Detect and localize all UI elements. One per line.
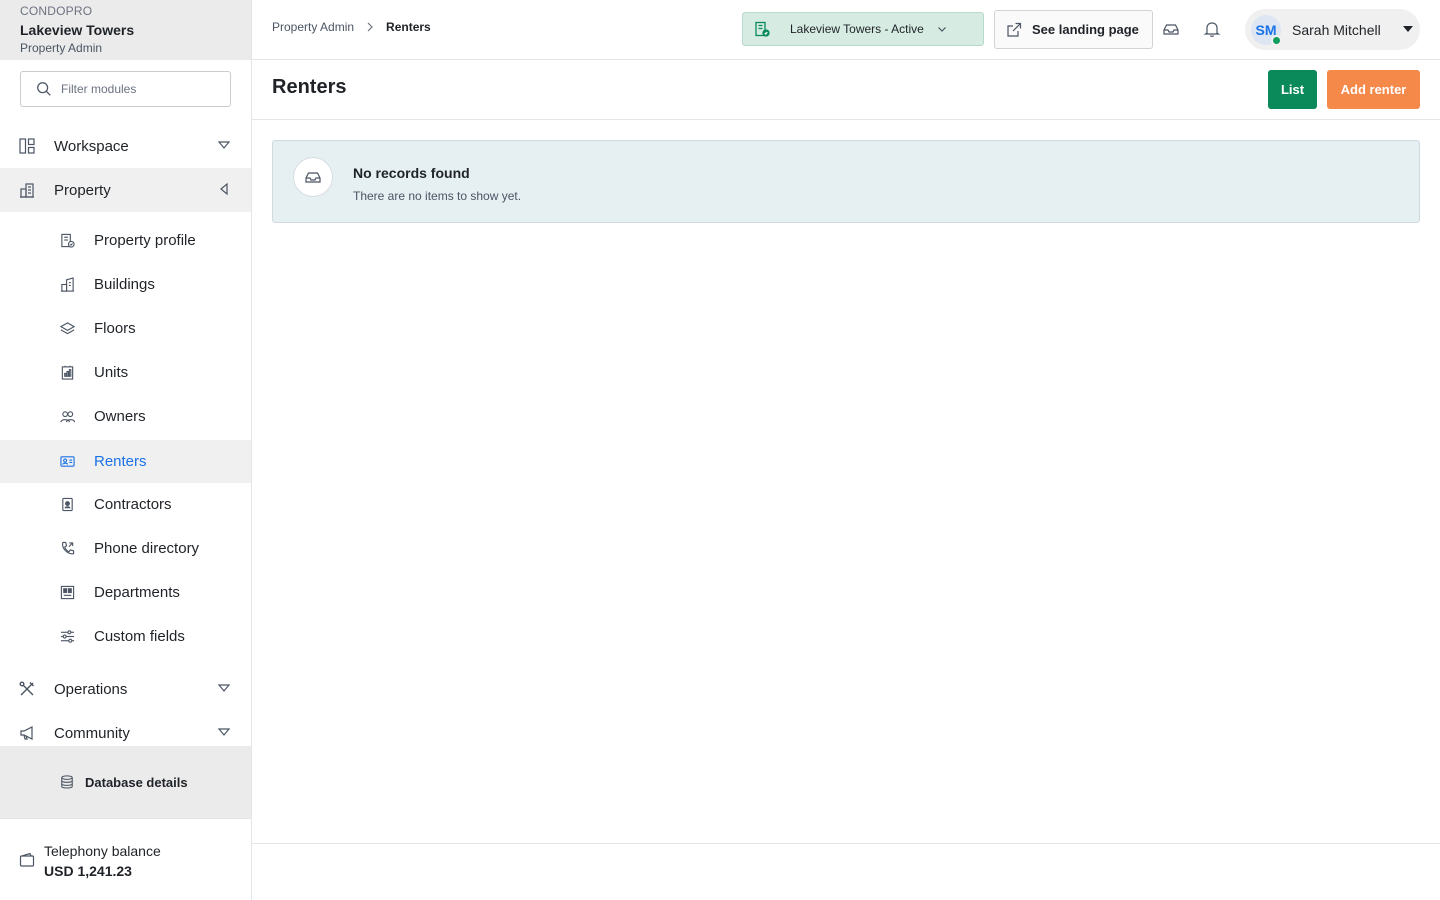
sidebar-item-custom-fields[interactable]: Custom fields xyxy=(0,615,251,658)
property-status-select[interactable]: Lakeview Towers - Active xyxy=(742,12,984,46)
top-bar: Property Admin Renters Lakeview Towers -… xyxy=(252,0,1440,60)
sidebar-item-label: Departments xyxy=(94,584,180,601)
breadcrumb-root[interactable]: Property Admin xyxy=(272,20,354,34)
dashboard-icon xyxy=(18,137,36,155)
empty-state-title: No records found xyxy=(353,165,470,181)
user-menu[interactable]: SM Sarah Mitchell xyxy=(1245,9,1420,50)
sidebar-item-buildings[interactable]: Buildings xyxy=(0,263,251,306)
add-renter-button[interactable]: Add renter xyxy=(1327,70,1420,109)
footer-divider xyxy=(252,843,1440,844)
nav-group-label: Property xyxy=(54,181,111,199)
tools-icon xyxy=(18,680,36,698)
database-icon xyxy=(61,775,73,789)
empty-state: No records found There are no items to s… xyxy=(272,140,1420,223)
external-link-icon xyxy=(1007,22,1022,37)
sidebar-header: CONDOPRO Lakeview Towers Property Admin xyxy=(0,0,251,60)
users-icon xyxy=(59,409,75,425)
database-details-label: Database details xyxy=(85,774,188,790)
sidebar-item-label: Buildings xyxy=(94,276,155,293)
balance-value: USD 1,241.23 xyxy=(44,863,132,879)
filter-modules-input[interactable] xyxy=(61,82,221,96)
inbox-icon[interactable] xyxy=(1162,20,1180,38)
breadcrumb-current: Renters xyxy=(386,20,431,34)
units-icon xyxy=(59,365,75,381)
sidebar-item-label: Renters xyxy=(94,453,147,470)
database-details-link[interactable]: Database details xyxy=(0,746,251,818)
caret-down-icon xyxy=(217,728,231,736)
departments-icon xyxy=(59,585,75,601)
nav-group-label: Workspace xyxy=(54,137,129,155)
sidebar-item-label: Custom fields xyxy=(94,628,185,645)
property-name: Lakeview Towers xyxy=(20,22,135,38)
sliders-icon xyxy=(59,629,75,645)
filter-modules-field xyxy=(20,71,231,107)
sidebar-item-label: Owners xyxy=(94,408,146,425)
balance-label: Telephony balance xyxy=(44,843,161,859)
online-status-dot xyxy=(1271,34,1282,46)
badge-icon xyxy=(59,497,75,513)
telephony-balance: Telephony balance USD 1,241.23 xyxy=(0,818,251,900)
caret-down-icon xyxy=(217,684,231,692)
sidebar-item-contractors[interactable]: Contractors xyxy=(0,483,251,526)
chevron-right-icon xyxy=(367,22,373,32)
see-landing-page-label: See landing page xyxy=(1032,22,1139,37)
page-title: Renters xyxy=(272,76,347,98)
empty-state-icon-wrap xyxy=(293,157,333,197)
empty-state-subtitle: There are no items to show yet. xyxy=(353,189,522,203)
nav-group-label: Operations xyxy=(54,680,128,698)
see-landing-page-button[interactable]: See landing page xyxy=(994,10,1153,49)
chevron-down-icon xyxy=(937,27,946,32)
page-header: Renters List Add renter xyxy=(252,60,1440,120)
sidebar-item-units[interactable]: Units xyxy=(0,351,251,394)
sidebar-item-label: Property profile xyxy=(94,232,196,249)
property-status-label: Lakeview Towers - Active xyxy=(790,22,924,36)
megaphone-icon xyxy=(18,724,36,742)
sidebar-item-phone-directory[interactable]: Phone directory xyxy=(0,527,251,570)
sidebar-item-owners[interactable]: Owners xyxy=(0,395,251,438)
phone-icon xyxy=(59,541,75,557)
nav-group-label: Community xyxy=(54,724,130,742)
id-card-icon xyxy=(59,454,75,470)
sidebar-item-label: Contractors xyxy=(94,496,172,513)
caret-down-icon xyxy=(1403,26,1413,32)
caret-left-icon xyxy=(220,182,228,196)
inbox-icon xyxy=(305,172,321,183)
nav-group-workspace[interactable]: Workspace xyxy=(0,124,251,168)
brand-name: CONDOPRO xyxy=(20,4,93,18)
sidebar-item-label: Floors xyxy=(94,320,136,337)
nav-group-property[interactable]: Property xyxy=(0,168,251,212)
nav-group-operations[interactable]: Operations xyxy=(0,667,251,711)
avatar: SM xyxy=(1251,14,1282,46)
sidebar-item-label: Phone directory xyxy=(94,540,200,557)
user-role: Property Admin xyxy=(20,41,103,55)
layers-icon xyxy=(59,321,75,337)
caret-down-icon xyxy=(217,141,231,149)
building-profile-icon xyxy=(59,233,75,249)
building-icon xyxy=(18,181,36,199)
bell-icon[interactable] xyxy=(1203,20,1221,38)
sidebar-item-renters[interactable]: Renters xyxy=(0,440,251,483)
sidebar-item-property-profile[interactable]: Property profile xyxy=(0,219,251,262)
building-check-icon xyxy=(755,21,770,37)
wallet-icon xyxy=(19,852,35,867)
sidebar: CONDOPRO Lakeview Towers Property Admin … xyxy=(0,0,252,900)
user-name: Sarah Mitchell xyxy=(1292,21,1381,38)
search-icon xyxy=(37,82,51,96)
breadcrumb: Property Admin Renters xyxy=(272,20,431,34)
list-button[interactable]: List xyxy=(1268,70,1317,109)
buildings-icon xyxy=(59,277,75,293)
sidebar-item-departments[interactable]: Departments xyxy=(0,571,251,614)
sidebar-item-label: Units xyxy=(94,364,129,381)
sidebar-item-floors[interactable]: Floors xyxy=(0,307,251,350)
